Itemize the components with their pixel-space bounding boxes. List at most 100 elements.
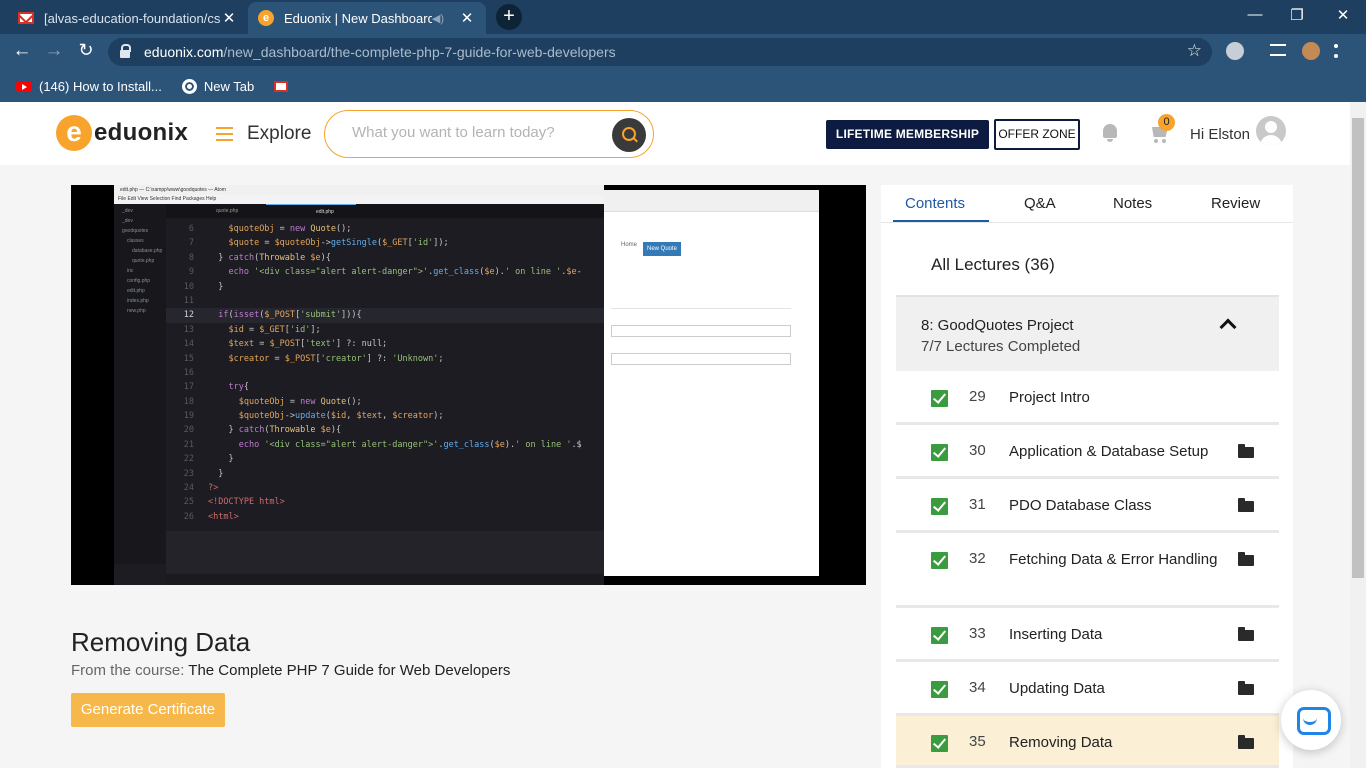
offer-zone-button[interactable]: OFFER ZONE	[994, 119, 1080, 150]
section-progress: 7/7 Lectures Completed	[921, 338, 1081, 355]
forward-icon[interactable]: →	[42, 40, 66, 62]
menu-dots-icon[interactable]	[1334, 44, 1338, 58]
lecture-item[interactable]: 34 Updating Data	[896, 662, 1279, 716]
code-line: 26 <html>	[166, 510, 604, 524]
lifetime-membership-button[interactable]: LIFETIME MEMBERSHIP	[826, 120, 989, 149]
completed-checkbox-icon[interactable]	[931, 498, 948, 515]
tab-notes[interactable]: Notes	[1113, 195, 1152, 212]
folder-icon[interactable]	[1238, 552, 1254, 566]
gmail-icon	[18, 12, 34, 24]
lecture-name: Removing Data	[1009, 734, 1113, 751]
code-line: 20 } catch(Throwable $e){	[166, 423, 604, 437]
mute-icon[interactable]: ◀)	[432, 12, 444, 25]
logo-mark-icon: e	[56, 115, 92, 151]
bookmark-gmail[interactable]	[274, 80, 295, 92]
lecture-number: 32	[969, 550, 986, 567]
tab-title: [alvas-education-foundation/cse]	[44, 10, 220, 26]
video-browser-window: Home New Quote	[601, 190, 819, 576]
notification-bell-icon[interactable]	[1101, 123, 1119, 143]
lecture-name: Fetching Data & Error Handling	[1009, 551, 1218, 568]
lecture-item[interactable]: 31 PDO Database Class	[896, 479, 1279, 533]
browser-tab-gmail[interactable]: [alvas-education-foundation/cse] ✕	[8, 2, 248, 34]
folder-icon[interactable]	[1238, 444, 1254, 458]
completed-checkbox-icon[interactable]	[931, 390, 948, 407]
lecture-item[interactable]: 32 Fetching Data & Error Handling	[896, 533, 1279, 608]
code-line: 19 $quoteObj->update($id, $text, $creato…	[166, 409, 604, 423]
search-input[interactable]	[352, 124, 592, 141]
tab-qa[interactable]: Q&A	[1024, 195, 1056, 212]
user-avatar-icon[interactable]	[1256, 116, 1286, 146]
lecture-number: 29	[969, 388, 986, 405]
eduonix-icon: e	[258, 10, 274, 26]
back-icon[interactable]: ←	[10, 40, 34, 62]
generate-certificate-button[interactable]: Generate Certificate	[71, 693, 225, 727]
close-window-icon[interactable]: ✕	[1328, 6, 1358, 24]
media-control-icon[interactable]	[1270, 44, 1286, 56]
completed-checkbox-icon[interactable]	[931, 444, 948, 461]
explore-link[interactable]: Explore	[247, 123, 311, 145]
lecture-item[interactable]: 35 Removing Data	[896, 716, 1279, 768]
editor-find-panel	[166, 531, 604, 575]
bookmark-star-icon[interactable]: ☆	[1187, 41, 1202, 61]
close-tab-icon[interactable]: ✕	[458, 9, 476, 27]
video-form-field	[611, 353, 791, 365]
cart-count-badge: 0	[1158, 114, 1175, 131]
hamburger-menu-icon[interactable]	[216, 127, 233, 141]
completed-checkbox-icon[interactable]	[931, 627, 948, 644]
folder-icon[interactable]	[1238, 498, 1254, 512]
line-number: 23	[183, 468, 194, 479]
chevron-up-icon[interactable]	[1219, 318, 1237, 336]
code-text: <html>	[208, 511, 239, 522]
panel-tabs: Contents Q&A Notes Review	[881, 185, 1293, 223]
maximize-icon[interactable]: ❐	[1282, 6, 1312, 24]
browser-tab-eduonix[interactable]: e Eduonix | New Dashboard ◀) ✕	[248, 2, 486, 34]
tab-contents[interactable]: Contents	[905, 195, 965, 212]
code-text: $text = $_POST['text'] ?: null;	[228, 339, 388, 350]
scrollbar-thumb[interactable]	[1352, 118, 1364, 578]
profile-avatar-icon[interactable]	[1302, 42, 1320, 60]
code-text: echo '<div class="alert alert-danger">'.…	[228, 267, 582, 278]
code-line: 10 }	[166, 280, 604, 294]
editor-code: 6 $quoteObj = new Quote(); 7 $quote = $qu…	[166, 222, 604, 524]
line-number: 7	[188, 238, 194, 249]
lecture-item[interactable]: 30 Application & Database Setup	[896, 425, 1279, 479]
reload-icon[interactable]: ↻	[74, 40, 98, 61]
close-tab-icon[interactable]: ✕	[220, 9, 238, 27]
file-tree-item: new.php	[127, 308, 146, 314]
user-greeting[interactable]: Hi Elston	[1190, 126, 1250, 143]
code-line: 25 <!DOCTYPE html>	[166, 495, 604, 509]
code-line: 12 if(isset($_POST['submit'])){	[166, 308, 604, 323]
youtube-icon	[16, 80, 32, 92]
line-number: 19	[183, 411, 194, 422]
course-link[interactable]: The Complete PHP 7 Guide for Web Develop…	[188, 662, 510, 679]
editor-tabs: quote.php edit.php	[166, 204, 604, 218]
file-tree-item: _dev	[122, 218, 133, 224]
folder-icon[interactable]	[1238, 735, 1254, 749]
video-player[interactable]: Home New Quote edit.php — C:\xampp\www\g…	[71, 185, 866, 585]
extension-icon[interactable]	[1226, 42, 1244, 60]
lecture-name: Inserting Data	[1009, 626, 1103, 643]
completed-checkbox-icon[interactable]	[931, 552, 948, 569]
file-tree-item: config.php	[127, 278, 151, 284]
search-button[interactable]	[612, 118, 646, 152]
minimize-icon[interactable]: —	[1240, 6, 1270, 23]
line-number: 26	[183, 511, 194, 522]
folder-icon[interactable]	[1238, 681, 1254, 695]
lecture-item[interactable]: 33 Inserting Data	[896, 608, 1279, 662]
section-header[interactable]: 8: GoodQuotes Project 7/7 Lectures Compl…	[896, 295, 1279, 371]
bookmark-youtube[interactable]: (146) How to Install...	[16, 79, 162, 94]
lecture-item[interactable]: 29 Project Intro	[896, 371, 1279, 425]
new-tab-button[interactable]: +	[496, 4, 522, 30]
completed-checkbox-icon[interactable]	[931, 681, 948, 698]
completed-checkbox-icon[interactable]	[931, 735, 948, 752]
lecture-title: Removing Data	[71, 627, 251, 657]
url-field[interactable]: eduonix.com/new_dashboard/the-complete-p…	[108, 38, 1212, 66]
folder-icon[interactable]	[1238, 627, 1254, 641]
chat-support-icon[interactable]	[1281, 690, 1341, 750]
code-line: 11	[166, 294, 604, 308]
bookmark-new-tab[interactable]: New Tab	[181, 78, 254, 94]
tab-review[interactable]: Review	[1211, 195, 1260, 212]
eduonix-logo[interactable]: e eduonix	[56, 115, 188, 151]
lock-icon	[120, 44, 131, 58]
course-subtitle: From the course: The Complete PHP 7 Guid…	[71, 662, 511, 679]
